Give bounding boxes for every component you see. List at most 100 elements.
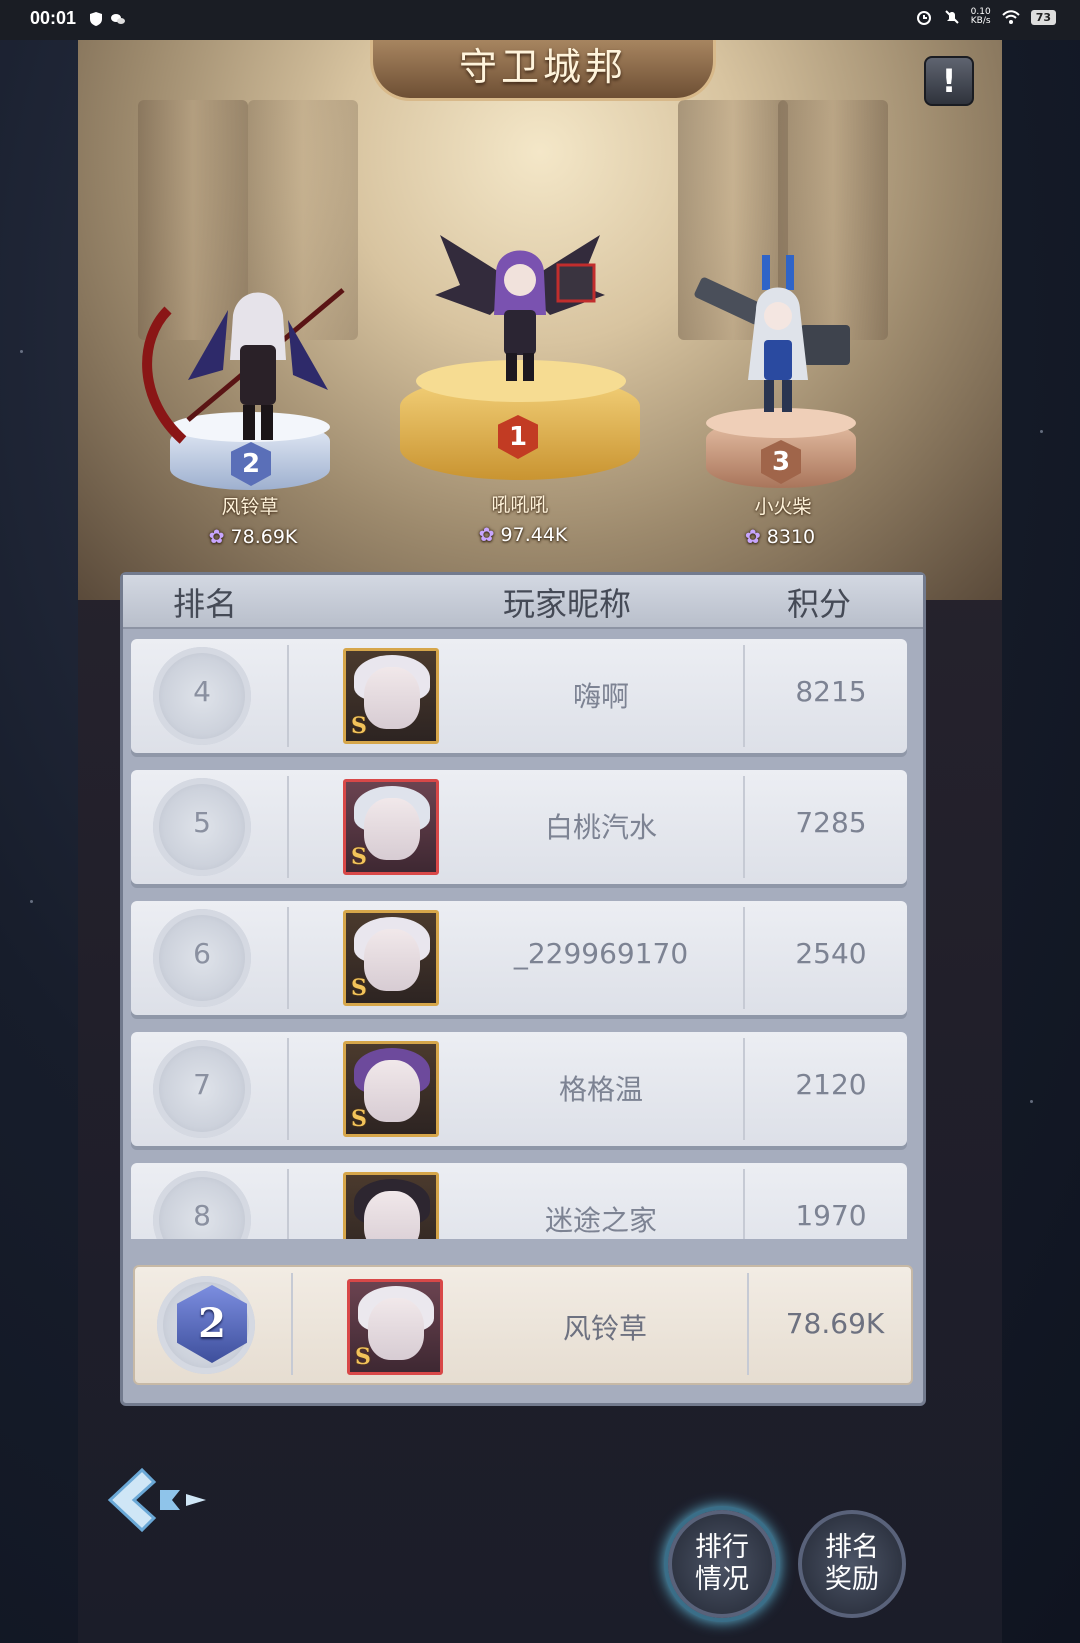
player-avatar[interactable]: S: [343, 910, 439, 1006]
header-rank: 排名: [173, 585, 238, 623]
player-score: 8215: [795, 675, 867, 708]
column-divider: [287, 1169, 289, 1239]
chat-app-icon: [111, 14, 125, 24]
player-score: 2540: [795, 937, 867, 970]
row-rank: 5: [193, 806, 211, 839]
s-rank-icon: S: [351, 975, 367, 1001]
network-speed-unit: KB/s: [970, 16, 991, 26]
star: [1040, 430, 1043, 433]
avatar-face: [364, 798, 420, 860]
title-banner: 守卫城邦: [370, 40, 716, 101]
avatar-face: [364, 929, 420, 991]
column-divider: [287, 776, 289, 878]
player-name: 白桃汽水: [544, 811, 657, 844]
player-avatar[interactable]: S: [343, 1172, 439, 1239]
podium-name-2nd: 风铃草: [221, 496, 279, 518]
player-name: 风铃草: [562, 1312, 647, 1345]
podium-score-1st-value: 97.44K: [500, 524, 568, 546]
my-ranking-row[interactable]: 2 S 风铃草 78.69K: [133, 1265, 913, 1385]
player-score: 78.69K: [785, 1307, 885, 1340]
rank-disc: 4: [153, 647, 251, 745]
podium-name-1st: 吼吼吼: [491, 494, 549, 516]
ranking-rewards-label-1: 排名: [825, 1532, 879, 1563]
character-sprite-1st[interactable]: [430, 225, 610, 385]
column-divider: [287, 645, 289, 747]
player-avatar[interactable]: S: [343, 648, 439, 744]
flower-currency-icon: ✿: [744, 526, 761, 548]
ranking-table-header: 排名 玩家昵称 积分: [123, 575, 923, 629]
player-name: _229969170: [513, 937, 689, 970]
star: [1030, 1100, 1033, 1103]
ranking-panel: 排名 玩家昵称 积分 4 S 嗨啊 8215 5 S 白桃汽水 7285 6 S…: [120, 572, 926, 1406]
info-button[interactable]: !: [924, 56, 974, 106]
table-row[interactable]: 4 S 嗨啊 8215: [131, 639, 907, 753]
player-name: 嗨啊: [572, 680, 629, 713]
table-row[interactable]: 6 S _229969170 2540: [131, 901, 907, 1015]
avatar-face: [364, 667, 420, 729]
player-score: 2120: [795, 1068, 867, 1101]
player-name: 迷途之家: [544, 1204, 657, 1237]
ranking-status-button[interactable]: 排行 情况: [668, 1510, 776, 1618]
row-rank: 7: [193, 1068, 211, 1101]
wifi-icon: [1001, 10, 1020, 24]
column-divider: [291, 1273, 293, 1375]
character-sprite-3rd[interactable]: [690, 250, 870, 420]
network-speed: 0.10 KB/s: [971, 8, 991, 26]
rank-disc: 6: [153, 909, 251, 1007]
s-rank-icon: S: [351, 1237, 367, 1239]
ranking-rewards-label-2: 奖励: [825, 1564, 879, 1595]
avatar-face: [368, 1298, 424, 1360]
player-score: 7285: [795, 806, 867, 839]
row-rank: 4: [193, 675, 211, 708]
character-sprite-2nd[interactable]: [128, 270, 348, 450]
s-rank-icon: S: [351, 844, 367, 870]
player-avatar[interactable]: S: [343, 779, 439, 875]
column-divider: [743, 1169, 745, 1239]
column-divider: [743, 776, 745, 878]
back-arrow-icon[interactable]: [102, 1460, 212, 1540]
column-divider: [287, 907, 289, 1009]
shield-icon: [90, 12, 102, 26]
flower-currency-icon: ✿: [208, 526, 225, 548]
table-row[interactable]: 7 S 格格温 2120: [131, 1032, 907, 1146]
star: [20, 350, 23, 353]
avatar-face: [364, 1191, 420, 1239]
flower-currency-icon: ✿: [478, 524, 495, 546]
s-rank-icon: S: [351, 713, 367, 739]
star: [30, 900, 33, 903]
ranking-list[interactable]: 4 S 嗨啊 8215 5 S 白桃汽水 7285 6 S _229969170…: [123, 629, 923, 1239]
mute-bell-icon: [944, 10, 959, 24]
podium-score-2nd: ✿ 78.69K: [173, 526, 333, 548]
s-rank-icon: S: [355, 1344, 371, 1370]
column-divider: [747, 1273, 749, 1375]
podium-score-3rd-value: 8310: [766, 526, 816, 548]
table-row[interactable]: 5 S 白桃汽水 7285: [131, 770, 907, 884]
player-name: 格格温: [558, 1073, 643, 1106]
player-score: 1970: [795, 1199, 867, 1232]
podium-hall: 守卫城邦 ! 2 风铃草 ✿ 78.69K 1 吼吼吼 ✿ 97.44K 3 小…: [78, 40, 1002, 600]
clock: 00:01: [30, 8, 77, 28]
ranking-status-label-2: 情况: [695, 1564, 749, 1595]
column-divider: [287, 1038, 289, 1140]
row-rank: 6: [193, 937, 211, 970]
battery-indicator: 73: [1030, 9, 1056, 25]
rank-disc: 8: [153, 1171, 251, 1239]
alarm-icon: [916, 11, 931, 25]
podium-score-2nd-value: 78.69K: [230, 526, 298, 548]
header-nickname: 玩家昵称: [503, 585, 632, 623]
avatar-face: [364, 1060, 420, 1122]
game-view: 守卫城邦 ! 2 风铃草 ✿ 78.69K 1 吼吼吼 ✿ 97.44K 3 小…: [78, 40, 1002, 1643]
table-row[interactable]: 8 S 迷途之家 1970: [131, 1163, 907, 1239]
player-avatar[interactable]: S: [343, 1041, 439, 1137]
podium-name-3rd: 小火柴: [754, 496, 812, 518]
s-rank-icon: S: [351, 1106, 367, 1132]
ranking-rewards-button[interactable]: 排名 奖励: [798, 1510, 906, 1618]
podium-score-3rd: ✿ 8310: [700, 526, 860, 548]
header-score: 积分: [787, 585, 852, 623]
status-bar: 00:01 0.10 KB/s 73: [0, 0, 1080, 40]
page-title: 守卫城邦: [458, 45, 627, 89]
player-avatar[interactable]: S: [347, 1279, 443, 1375]
column-divider: [743, 1038, 745, 1140]
podium-score-1st: ✿ 97.44K: [443, 524, 603, 546]
column-divider: [743, 907, 745, 1009]
